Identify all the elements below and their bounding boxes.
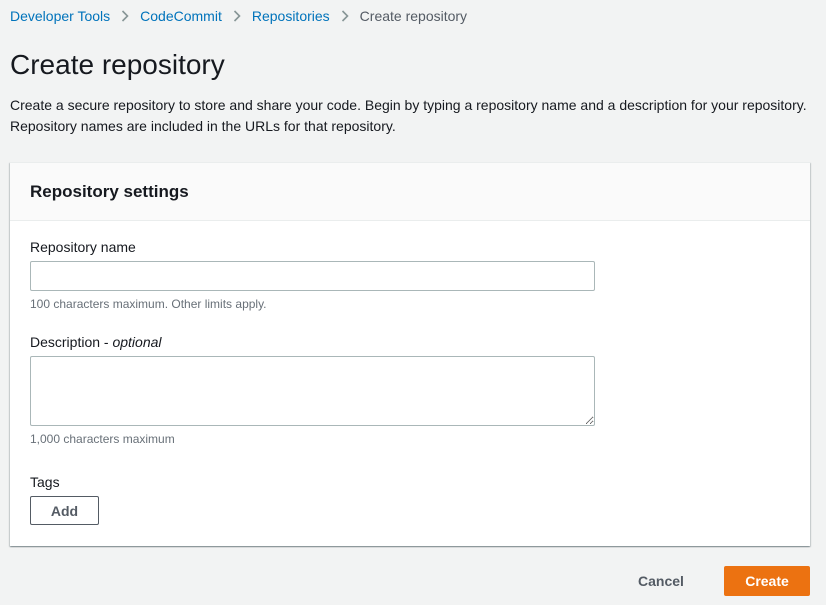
- cancel-button[interactable]: Cancel: [620, 566, 702, 596]
- description-label-text: Description -: [30, 334, 113, 350]
- repository-name-label: Repository name: [30, 239, 136, 255]
- description-label: Description - optional: [30, 333, 162, 351]
- breadcrumb-link-codecommit[interactable]: CodeCommit: [140, 7, 222, 25]
- breadcrumb-link-developer-tools[interactable]: Developer Tools: [10, 7, 110, 25]
- optional-marker: optional: [112, 334, 162, 350]
- breadcrumb-current-page: Create repository: [359, 8, 468, 24]
- repository-settings-panel: Repository settings Repository name 100 …: [10, 162, 810, 546]
- page-title: Create repository: [10, 49, 225, 80]
- description-hint: 1,000 characters maximum: [30, 432, 175, 446]
- breadcrumb: Developer Tools CodeCommit Repositories …: [10, 7, 467, 25]
- panel-title: Repository settings: [30, 182, 189, 201]
- add-tag-button[interactable]: Add: [30, 496, 99, 525]
- chevron-right-icon: [330, 10, 360, 22]
- tags-label: Tags: [30, 474, 60, 490]
- description-textarea[interactable]: [30, 356, 595, 426]
- breadcrumb-link-repositories[interactable]: Repositories: [252, 7, 330, 25]
- panel-header: Repository settings: [10, 163, 810, 221]
- chevron-right-icon: [222, 10, 252, 22]
- chevron-right-icon: [110, 10, 140, 22]
- create-button[interactable]: Create: [724, 566, 810, 596]
- repository-name-hint: 100 characters maximum. Other limits app…: [30, 297, 267, 311]
- repository-name-input[interactable]: [30, 261, 595, 291]
- page-description: Create a secure repository to store and …: [10, 97, 807, 134]
